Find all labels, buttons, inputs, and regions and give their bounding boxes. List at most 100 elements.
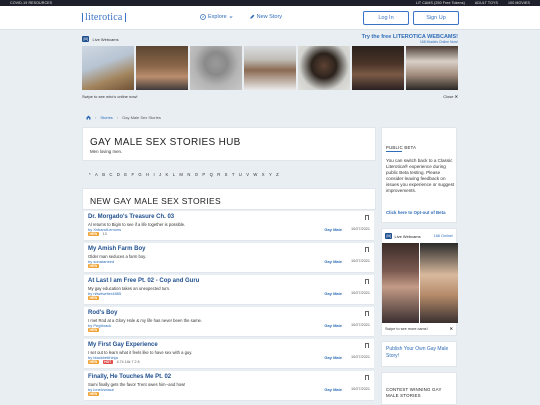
webcam-tag-label: Live Webcams bbox=[92, 36, 119, 42]
story-title[interactable]: My First Gay Experience bbox=[88, 342, 158, 348]
story-category[interactable]: Gay Male bbox=[324, 387, 342, 392]
close-webcams-button[interactable]: Close ✕ bbox=[443, 94, 458, 99]
webcam-thumb[interactable] bbox=[190, 46, 242, 90]
story-title[interactable]: Dr. Morgado's Treasure Ch. 03 bbox=[88, 214, 174, 220]
side-webcam-label: Live Webcams bbox=[394, 233, 421, 239]
story-category[interactable]: Gay Male bbox=[324, 355, 342, 360]
story-category[interactable]: Gay Male bbox=[324, 323, 342, 328]
webcam-thumb[interactable] bbox=[244, 46, 296, 90]
site-logo[interactable]: literotica bbox=[82, 13, 126, 23]
alphabet-letter[interactable]: B bbox=[102, 172, 105, 177]
side-webcam-thumb[interactable] bbox=[382, 243, 419, 323]
alphabet-letter[interactable]: X bbox=[262, 172, 265, 177]
login-button[interactable]: Log In bbox=[363, 11, 409, 25]
alphabet-letter[interactable]: C bbox=[109, 172, 112, 177]
publish-link[interactable]: Publish Your Own Gay Male Story! bbox=[386, 346, 454, 360]
explore-menu[interactable]: Explore bbox=[200, 14, 233, 20]
story-date: 10/27/2021 bbox=[350, 291, 370, 295]
new-tag: NEW bbox=[88, 264, 99, 268]
bookmark-icon[interactable] bbox=[365, 279, 369, 284]
new-tag: NEW bbox=[88, 232, 99, 236]
contest-panel: CONTEST WINNING GAY MALE STORIES bbox=[381, 372, 457, 405]
divider bbox=[386, 151, 402, 152]
webcam-strip: [lit] Live Webcams Try the free LITEROTI… bbox=[82, 34, 458, 106]
compass-icon bbox=[200, 14, 206, 20]
alphabet-letter[interactable]: * bbox=[89, 172, 91, 177]
bookmark-icon[interactable] bbox=[365, 343, 369, 348]
new-story-link[interactable]: New Story bbox=[249, 14, 282, 20]
models-online-link[interactable]: 168 Models Online Now! bbox=[362, 40, 458, 44]
new-tag: NEW bbox=[88, 360, 99, 364]
alphabet-letter[interactable]: T bbox=[232, 172, 235, 177]
webcam-thumb[interactable] bbox=[406, 46, 458, 90]
alphabet-letter[interactable]: Y bbox=[269, 172, 272, 177]
alphabet-letter[interactable]: R bbox=[217, 172, 220, 177]
webcam-thumb[interactable] bbox=[136, 46, 188, 90]
webcam-thumb[interactable] bbox=[298, 46, 350, 90]
story-title[interactable]: At Last I am Free Pt. 02 - Cop and Guru bbox=[88, 278, 199, 284]
alphabet-letter[interactable]: V bbox=[246, 172, 249, 177]
alphabet-letter[interactable]: L bbox=[173, 172, 176, 177]
signup-button[interactable]: Sign Up bbox=[413, 11, 459, 25]
public-beta-title: PUBLIC BETA bbox=[386, 145, 417, 150]
alphabet-letter[interactable]: M bbox=[179, 172, 183, 177]
new-tag: NEW bbox=[88, 328, 99, 332]
top-bar-links: LIT CAMS (250 Free Tokens) ADULT TOYS 10… bbox=[416, 1, 530, 5]
lit-cams-link[interactable]: LIT CAMS (250 Free Tokens) bbox=[416, 1, 465, 5]
alphabet-letter[interactable]: O bbox=[195, 172, 198, 177]
alphabet-bar: * A B C D E F G H I J K L M N O P Q R S T U V W X Y Z bbox=[82, 166, 376, 183]
pen-icon bbox=[249, 14, 255, 19]
side-online-link[interactable]: 168 Online! bbox=[434, 234, 453, 238]
alphabet-letter[interactable]: P bbox=[202, 172, 205, 177]
story-meta: NEW HOT 4.74 14k 7 2 8 bbox=[88, 360, 139, 364]
story-category[interactable]: Gay Male bbox=[324, 227, 342, 232]
alphabet-letter[interactable]: K bbox=[166, 172, 169, 177]
new-stories-title: NEW GAY MALE SEX STORIES bbox=[90, 196, 221, 206]
close-icon[interactable]: ✕ bbox=[450, 326, 453, 331]
home-icon[interactable] bbox=[86, 115, 91, 120]
adult-toys-link[interactable]: ADULT TOYS bbox=[475, 1, 498, 5]
story-stats: 13 bbox=[102, 232, 107, 236]
story-row: My Amish Farm Boy Older man seduces a fa… bbox=[84, 243, 374, 273]
alphabet-letter[interactable]: J bbox=[159, 172, 161, 177]
bookmark-icon[interactable] bbox=[365, 215, 369, 220]
alphabet-letter[interactable]: E bbox=[124, 172, 127, 177]
bookmark-icon[interactable] bbox=[365, 375, 369, 380]
alphabet-letter[interactable]: W bbox=[253, 172, 257, 177]
alphabet-letter[interactable]: Z bbox=[276, 172, 279, 177]
webcam-tag: [lit] Live Webcams bbox=[82, 36, 119, 42]
alphabet-letter[interactable]: D bbox=[117, 172, 120, 177]
story-date: 10/27/2021 bbox=[350, 259, 370, 263]
bookmark-icon[interactable] bbox=[365, 311, 369, 316]
story-meta: NEW bbox=[88, 392, 103, 396]
alphabet-letter[interactable]: A bbox=[95, 172, 98, 177]
story-category[interactable]: Gay Male bbox=[324, 259, 342, 264]
webcam-thumb[interactable] bbox=[352, 46, 404, 90]
webcam-thumb[interactable] bbox=[82, 46, 134, 90]
story-category[interactable]: Gay Male bbox=[324, 291, 342, 296]
story-title[interactable]: Finally, He Touches Me Pt. 02 bbox=[88, 374, 171, 380]
webcam-thumbnails bbox=[82, 46, 458, 90]
story-title[interactable]: Rod's Boy bbox=[88, 310, 117, 316]
alphabet-letter[interactable]: Q bbox=[210, 172, 213, 177]
contest-title: CONTEST WINNING GAY MALE STORIES bbox=[386, 387, 442, 398]
alphabet-letter[interactable]: U bbox=[239, 172, 242, 177]
alphabet-letter[interactable]: G bbox=[138, 172, 141, 177]
breadcrumb-stories[interactable]: Stories bbox=[100, 115, 112, 120]
alphabet-list: * A B C D E F G H I J K L M N O P Q R S T U V W X Y Z bbox=[89, 172, 279, 177]
bookmark-icon[interactable] bbox=[365, 247, 369, 252]
alphabet-letter[interactable]: S bbox=[225, 172, 228, 177]
opt-out-beta-link[interactable]: Click here to Opt-out of Beta bbox=[386, 210, 458, 215]
story-row: My First Gay Experience I set out to lea… bbox=[84, 339, 374, 369]
side-webcam-thumb[interactable] bbox=[420, 243, 458, 323]
hub-subtitle: Men loving men. bbox=[90, 149, 123, 154]
alphabet-letter[interactable]: I bbox=[153, 172, 154, 177]
alphabet-letter[interactable]: N bbox=[187, 172, 190, 177]
close-icon: ✕ bbox=[454, 94, 458, 99]
alphabet-letter[interactable]: H bbox=[146, 172, 149, 177]
covid-resources-link[interactable]: COVID-19 RESOURCES bbox=[10, 1, 52, 5]
story-meta: NEW bbox=[88, 328, 103, 332]
alphabet-letter[interactable]: F bbox=[131, 172, 134, 177]
story-title[interactable]: My Amish Farm Boy bbox=[88, 246, 145, 252]
movies-link[interactable]: 100 MOVIES bbox=[508, 1, 530, 5]
